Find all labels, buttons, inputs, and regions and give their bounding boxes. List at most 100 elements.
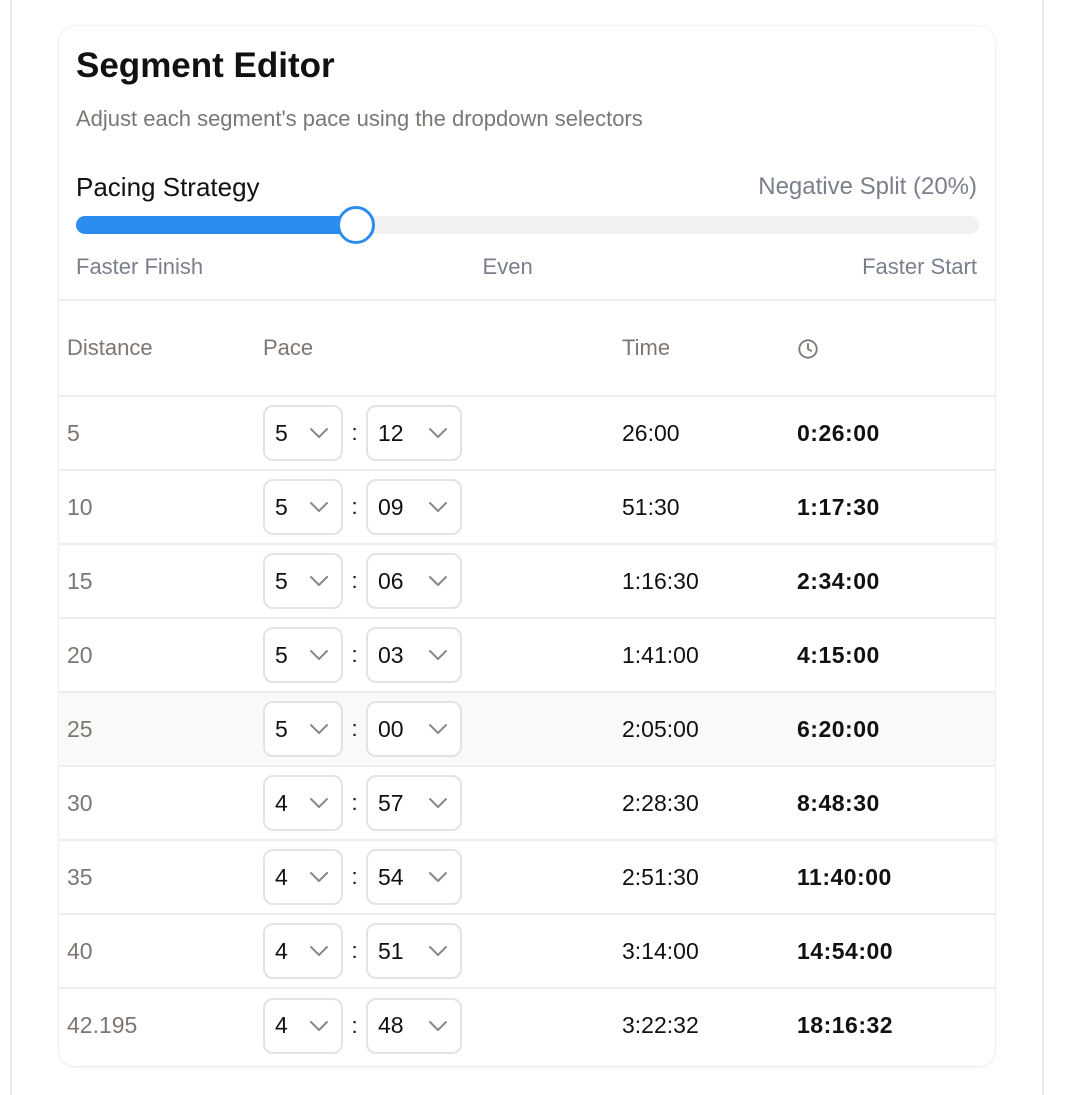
pace-seconds-select[interactable]: 48	[366, 997, 462, 1054]
pace-minutes-value: 4	[275, 1012, 288, 1038]
slider-fill	[76, 216, 356, 234]
segment-pace: 5:03	[263, 618, 622, 693]
pace-minutes-value: 5	[275, 715, 288, 742]
segment-distance: 30	[59, 766, 263, 841]
pace-minutes-select[interactable]: 5	[263, 479, 343, 535]
pace-minutes-select[interactable]: 5	[263, 701, 343, 757]
pace-minutes-select[interactable]: 4	[263, 997, 343, 1054]
pace-selectors: 5:12	[263, 405, 622, 461]
pace-seconds-select[interactable]: 09	[366, 479, 462, 535]
chevron-down-icon	[429, 1020, 447, 1031]
chevron-down-icon	[429, 724, 447, 734]
cumulative-time: 18:16:32	[797, 1012, 894, 1038]
slider-thumb[interactable]	[336, 206, 375, 244]
pace-separator: :	[351, 494, 358, 519]
segment-pace: 5:12	[263, 396, 622, 471]
pace-minutes-select[interactable]: 4	[263, 923, 343, 979]
cumulative-time: 11:40:00	[797, 840, 995, 915]
header-pace: Pace	[263, 300, 622, 397]
pace-seconds-select[interactable]: 03	[366, 627, 462, 683]
pace-seconds-value: 51	[378, 937, 404, 964]
pace-seconds-select[interactable]: 57	[366, 775, 462, 831]
segment-time: 1:16:30	[622, 544, 797, 619]
chevron-down-icon	[310, 576, 328, 586]
scale-label-even: Even	[482, 254, 533, 279]
pace-minutes-value: 5	[275, 419, 288, 446]
pacing-strategy-slider[interactable]	[76, 206, 979, 244]
pace-seconds-value: 48	[378, 1012, 404, 1038]
chevron-down-icon	[310, 650, 328, 660]
card-title: Segment Editor	[76, 46, 335, 85]
pace-minutes-select[interactable]: 5	[263, 405, 343, 461]
segment-time: 51:30	[622, 470, 797, 545]
table-row: 5 5:12 26:00 0:26:00	[59, 396, 995, 471]
pace-seconds-select[interactable]: 00	[366, 701, 462, 757]
segment-pace: 4:48	[263, 988, 622, 1062]
pace-separator: :	[351, 420, 358, 445]
chevron-down-icon	[429, 650, 447, 660]
chevron-down-icon	[310, 1020, 328, 1031]
chevron-down-icon	[310, 798, 328, 808]
pace-seconds-select[interactable]: 06	[366, 553, 462, 609]
slider-scale: Faster Finish Even Faster Start	[76, 254, 977, 280]
segment-distance: 40	[59, 914, 263, 989]
segment-distance: 42.195	[67, 1012, 138, 1038]
scale-label-faster-start: Faster Start	[862, 254, 977, 279]
chevron-down-icon	[310, 872, 328, 882]
cumulative-time: 8:48:30	[797, 766, 995, 841]
segment-pace: 4:54	[263, 840, 622, 915]
segment-distance: 15	[59, 544, 263, 619]
pace-selectors: 4:54	[263, 849, 622, 905]
scale-label-faster-finish: Faster Finish	[76, 254, 204, 279]
segment-time: 3:22:32	[622, 1012, 699, 1038]
pace-seconds-select[interactable]: 51	[366, 923, 462, 979]
segment-distance: 35	[59, 840, 263, 915]
chevron-down-icon	[429, 502, 447, 512]
cumulative-time: 4:15:00	[797, 618, 995, 693]
pace-seconds-select[interactable]: 54	[366, 849, 462, 905]
segment-pace: 4:57	[263, 766, 622, 841]
pace-minutes-select[interactable]: 5	[263, 553, 343, 609]
header-distance: Distance	[59, 300, 263, 397]
pace-seconds-value: 00	[378, 715, 404, 742]
pace-seconds-value: 03	[378, 641, 404, 668]
segment-pace: 4:51	[263, 914, 622, 989]
pace-separator: :	[351, 568, 358, 593]
pace-seconds-value: 54	[378, 863, 404, 890]
chevron-down-icon	[310, 946, 328, 956]
chevron-down-icon	[310, 428, 328, 438]
pace-selectors: 4:48	[263, 997, 622, 1054]
pace-seconds-value: 09	[378, 493, 404, 520]
segment-editor-card: Segment Editor Adjust each segment's pac…	[59, 26, 995, 1066]
card-subtitle: Adjust each segment's pace using the dro…	[76, 106, 643, 131]
segment-distance: 25	[59, 692, 263, 767]
chevron-down-icon	[310, 724, 328, 734]
card-header: Segment Editor Adjust each segment's pac…	[59, 26, 995, 280]
segment-time: 2:05:00	[622, 692, 797, 767]
pace-selectors: 4:51	[263, 923, 622, 979]
pace-seconds-value: 57	[378, 789, 404, 816]
segment-time: 26:00	[622, 396, 797, 471]
pace-minutes-select[interactable]: 4	[263, 849, 343, 905]
segment-time: 1:41:00	[622, 618, 797, 693]
pace-seconds-value: 06	[378, 567, 404, 594]
cumulative-time: 14:54:00	[797, 914, 995, 989]
segment-time: 2:28:30	[622, 766, 797, 841]
pace-seconds-select[interactable]: 12	[366, 405, 462, 461]
pacing-strategy-row: Pacing Strategy Negative Split (20%)	[76, 171, 977, 203]
pace-minutes-select[interactable]: 5	[263, 627, 343, 683]
segment-pace: 5:06	[263, 544, 622, 619]
pace-separator: :	[351, 938, 358, 963]
table-row: 35 4:54 2:51:30 11:40:00	[59, 840, 995, 915]
pace-separator: :	[351, 716, 358, 741]
pace-selectors: 4:57	[263, 775, 622, 831]
pace-seconds-value: 12	[378, 419, 404, 446]
table-row: 25 5:00 2:05:00 6:20:00	[59, 692, 995, 767]
segment-distance: 5	[59, 396, 263, 471]
segment-distance: 20	[59, 618, 263, 693]
table-header-row: Distance Pace Time	[59, 300, 995, 397]
pacing-strategy-label: Pacing Strategy	[76, 172, 260, 202]
chevron-down-icon	[429, 798, 447, 808]
pace-minutes-value: 4	[275, 863, 288, 890]
pace-minutes-select[interactable]: 4	[263, 775, 343, 831]
